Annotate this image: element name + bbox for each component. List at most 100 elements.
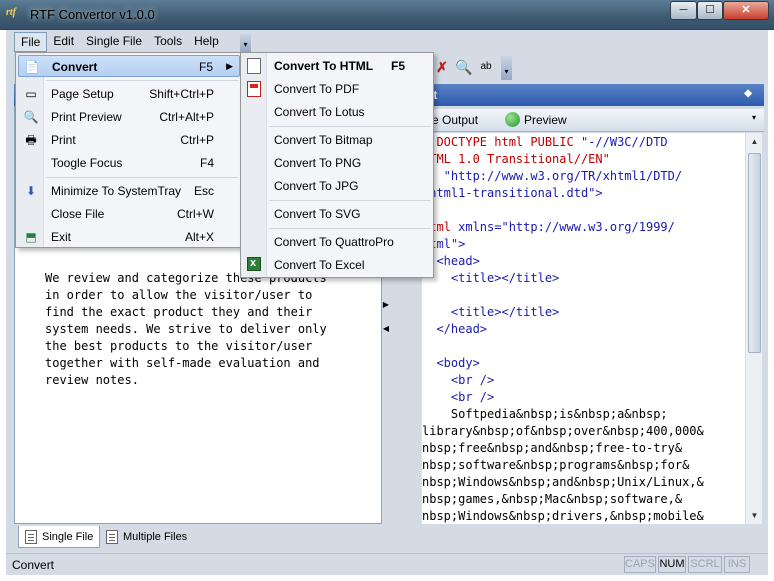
close-button[interactable]: ✕	[723, 1, 769, 20]
menu-item-shortcut: Shift+Ctrl+P	[149, 87, 214, 101]
menu-item-page-setup[interactable]: ▭ Page Setup Shift+Ctrl+P	[18, 83, 240, 105]
output-toolbar-overflow[interactable]: ▾	[752, 113, 756, 122]
menu-item-convert-jpg[interactable]: Convert To JPG	[243, 175, 431, 197]
menu-item-convert[interactable]: 📄 Convert F5 ▶	[18, 55, 240, 77]
code-line: nbsp;Windows&nbsp;and&nbsp;Unix/Linux,&	[422, 474, 704, 491]
menu-item-convert-pdf[interactable]: Convert To PDF	[243, 78, 431, 100]
menu-item-label: Convert To HTML	[274, 59, 374, 73]
code-token: nbsp;Windows&nbsp;drivers,&nbsp;mobile&	[422, 509, 704, 523]
code-line: <body>	[422, 355, 480, 372]
code-token: "http://www.w3.org/TR/xhtml1/DTD/	[422, 169, 683, 183]
menu-item-convert-svg[interactable]: Convert To SVG	[243, 203, 431, 225]
find-icon[interactable]: 🔍	[454, 57, 474, 77]
menu-item-toggle-focus[interactable]: Toogle Focus F4	[18, 152, 240, 174]
tab-single-file[interactable]: Single File	[18, 526, 101, 548]
menu-separator	[269, 126, 431, 127]
file-menu-dropdown: 📄 Convert F5 ▶ ▭ Page Setup Shift+Ctrl+P…	[15, 52, 241, 248]
spellcheck-icon[interactable]: ab	[476, 57, 496, 77]
menu-item-label: Exit	[51, 230, 72, 244]
scroll-up-icon[interactable]: ▲	[746, 133, 763, 150]
code-token: nbsp;games,&nbsp;Mac&nbsp;software,&	[422, 492, 683, 506]
menu-item-label: Convert	[52, 60, 98, 74]
editor-text[interactable]: We review and categorize these products …	[45, 270, 375, 389]
menu-item-label: Convert To Lotus	[274, 105, 365, 119]
code-token: <title></title>	[422, 305, 560, 319]
menu-separator	[46, 177, 238, 178]
collapse-right-icon[interactable]: ▶	[382, 300, 390, 309]
menu-item-minimize-tray[interactable]: ⬇ Minimize To SystemTray Esc	[18, 180, 240, 202]
code-token: DOCTYPE html PUBLIC	[436, 135, 581, 149]
window-title: RTF Convertor v1.0.0	[30, 7, 155, 22]
code-line: < DOCTYPE html PUBLIC "-//W3C//DTD	[422, 134, 668, 151]
menu-edit[interactable]: Edit	[47, 32, 80, 52]
scroll-thumb[interactable]	[748, 153, 761, 353]
convert-icon: 📄	[24, 60, 40, 74]
code-token: Softpedia&nbsp;is&nbsp;a&nbsp;	[422, 407, 668, 421]
menu-item-close-file[interactable]: Close File Ctrl+W	[18, 203, 240, 225]
menu-single-file[interactable]: Single File	[80, 32, 148, 52]
toolbar-overflow-button[interactable]: ▾	[501, 56, 512, 80]
menu-item-print[interactable]: 🖶 Print Ctrl+P	[18, 129, 240, 151]
menu-help[interactable]: Help	[188, 32, 225, 52]
menu-file[interactable]: File	[14, 32, 48, 52]
documents-icon	[106, 530, 118, 544]
scroll-down-icon[interactable]: ▼	[746, 507, 763, 524]
menu-item-shortcut: F5	[198, 60, 213, 74]
preview-button[interactable]: Preview	[505, 112, 567, 127]
print-icon: 🖶	[25, 133, 37, 147]
menu-item-label: Page Setup	[51, 87, 114, 101]
code-line: xhtml1-transitional.dtd">	[422, 185, 603, 202]
menu-item-print-preview[interactable]: 🔍 Print Preview Ctrl+Alt+P	[18, 106, 240, 128]
submenu-arrow-icon: ▶	[226, 61, 233, 71]
file-mode-tabs: Single File Multiple Files	[14, 526, 764, 548]
caps-indicator: CAPS	[624, 556, 656, 573]
code-token: xmlns="http://www.w3.org/1999/	[458, 220, 675, 234]
print-preview-icon: 🔍	[23, 110, 39, 124]
output-scrollbar[interactable]: ▲ ▼	[745, 133, 762, 524]
menu-tools[interactable]: Tools	[148, 32, 188, 52]
menu-separator	[46, 80, 238, 81]
code-token: HTML 1.0 Transitional//EN"	[422, 152, 610, 166]
code-token: <title></title>	[422, 271, 560, 285]
window-title-bar[interactable]: rtf RTF Convertor v1.0.0 ─ ☐ ✕	[0, 0, 774, 30]
menu-item-exit[interactable]: ⬒ Exit Alt+X	[18, 226, 240, 248]
convert-submenu: Convert To HTML F5 Convert To PDF Conver…	[240, 52, 434, 278]
html-output-view[interactable]: < DOCTYPE html PUBLIC "-//W3C//DTDHTML 1…	[421, 133, 745, 524]
document-icon	[25, 529, 37, 544]
menu-item-convert-lotus[interactable]: Convert To Lotus	[243, 101, 431, 123]
code-token: xhtml1-transitional.dtd">	[422, 186, 603, 200]
menu-item-convert-bitmap[interactable]: Convert To Bitmap	[243, 129, 431, 151]
code-line: "http://www.w3.org/TR/xhtml1/DTD/	[422, 168, 682, 185]
status-bar: Convert CAPS NUM SCRL INS	[6, 553, 768, 575]
menu-item-convert-excel[interactable]: Convert To Excel	[243, 254, 431, 276]
menu-item-convert-quattropro[interactable]: Convert To QuattroPro	[243, 231, 431, 253]
maximize-button[interactable]: ☐	[697, 1, 723, 20]
code-line: nbsp;games,&nbsp;Mac&nbsp;software,&	[422, 491, 682, 508]
pin-icon[interactable]: ◆	[744, 88, 752, 99]
menu-item-shortcut: Ctrl+W	[177, 207, 214, 221]
menubar-overflow-button[interactable]: ▾	[240, 34, 251, 52]
code-token: <body>	[422, 356, 480, 370]
menu-item-shortcut: Alt+X	[184, 230, 214, 244]
menu-separator	[269, 228, 431, 229]
minimize-button[interactable]: ─	[670, 1, 697, 20]
code-token: <br />	[422, 390, 495, 404]
code-line: nbsp;software&nbsp;programs&nbsp;for&	[422, 457, 689, 474]
code-token: library&nbsp;of&nbsp;over&nbsp;400,000&	[422, 424, 704, 438]
menu-item-label: Convert To SVG	[274, 207, 361, 221]
collapse-left-icon[interactable]: ◀	[382, 324, 390, 333]
tab-multiple-files[interactable]: Multiple Files	[100, 526, 193, 548]
menu-item-convert-png[interactable]: Convert To PNG	[243, 152, 431, 174]
status-text: Convert	[12, 558, 55, 572]
menu-item-shortcut: Ctrl+P	[180, 133, 214, 147]
menu-item-label: Close File	[51, 207, 105, 221]
cancel-icon[interactable]: ✗	[432, 57, 452, 77]
code-line: <br />	[422, 389, 494, 406]
menu-item-shortcut: F5	[390, 59, 405, 73]
minimize-tray-icon: ⬇	[25, 184, 37, 198]
code-token: nbsp;software&nbsp;programs&nbsp;for&	[422, 458, 690, 472]
menu-item-convert-html[interactable]: Convert To HTML F5	[243, 55, 431, 77]
menu-item-label: Toogle Focus	[51, 156, 123, 170]
app-icon: rtf	[6, 7, 16, 18]
pdf-doc-icon	[246, 81, 262, 97]
